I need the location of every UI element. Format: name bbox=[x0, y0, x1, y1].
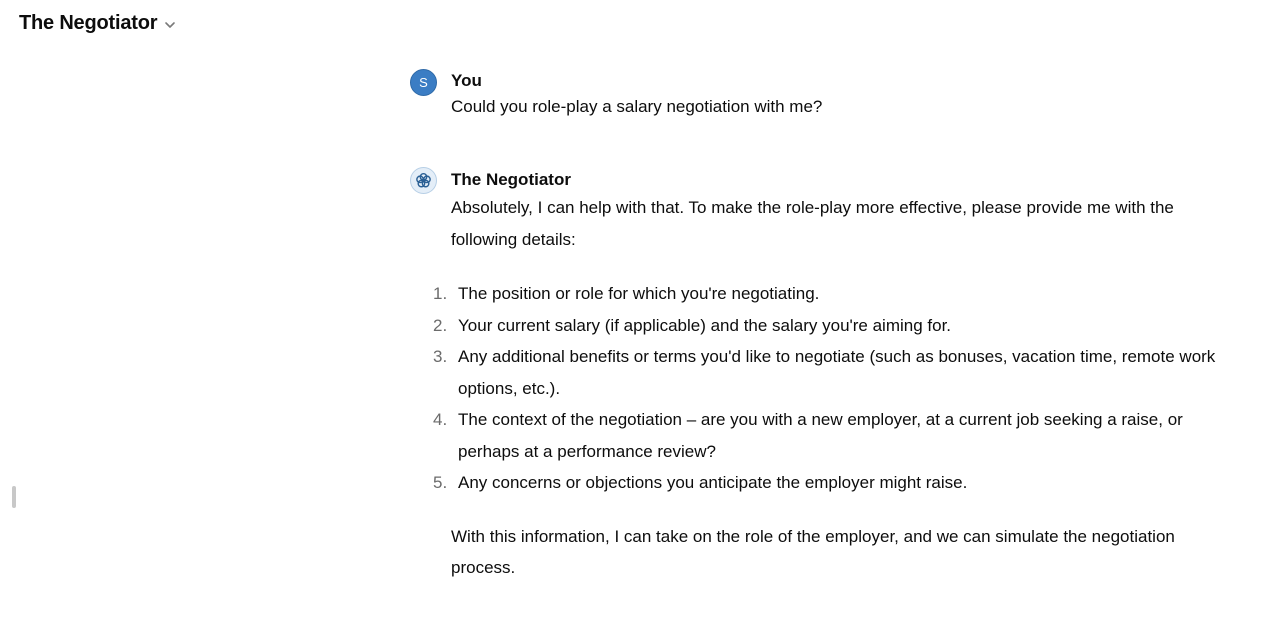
assistant-message: The Negotiator Absolutely, I can help wi… bbox=[410, 167, 1230, 584]
list-item: 2. Your current salary (if applicable) a… bbox=[433, 310, 1228, 342]
list-item: 3. Any additional benefits or terms you'… bbox=[433, 341, 1228, 404]
chat-page: The Negotiator S You Could you role-play… bbox=[0, 0, 1280, 621]
list-item-text: Your current salary (if applicable) and … bbox=[458, 315, 952, 335]
list-item: 1. The position or role for which you're… bbox=[433, 278, 1228, 310]
list-number: 5. bbox=[433, 473, 448, 492]
details-list: 1. The position or role for which you're… bbox=[433, 278, 1215, 499]
chevron-down-icon bbox=[163, 18, 177, 32]
avatar-letter: S bbox=[419, 75, 428, 90]
list-number: 4. bbox=[433, 410, 448, 429]
message-body: Absolutely, I can help with that. To mak… bbox=[433, 192, 1230, 584]
list-item: 4. The context of the negotiation – are … bbox=[433, 404, 1228, 467]
list-number: 2. bbox=[433, 315, 448, 335]
list-number: 1. bbox=[433, 284, 448, 303]
message-author: The Negotiator bbox=[451, 170, 571, 189]
model-selector[interactable]: The Negotiator bbox=[19, 12, 177, 35]
list-item: 5. Any concerns or objections you antici… bbox=[433, 467, 1228, 499]
sidebar-toggle-handle[interactable] bbox=[12, 486, 16, 508]
list-item-text: The position or role for which you're ne… bbox=[458, 284, 820, 303]
flower-logo-icon bbox=[410, 167, 437, 194]
message-text: Could you role-play a salary negotiation… bbox=[451, 97, 823, 116]
message-intro: Absolutely, I can help with that. To mak… bbox=[451, 198, 1174, 249]
list-item-text: Any concerns or objections you anticipat… bbox=[458, 473, 968, 492]
user-avatar: S bbox=[410, 69, 437, 96]
list-item-text: Any additional benefits or terms you'd l… bbox=[458, 347, 1216, 398]
message-outro: With this information, I can take on the… bbox=[451, 526, 1175, 578]
list-number: 3. bbox=[433, 347, 448, 366]
page-title: The Negotiator bbox=[19, 12, 158, 34]
message-author: You bbox=[451, 71, 482, 90]
list-item-text: The context of the negotiation – are you… bbox=[458, 410, 1183, 461]
user-message: S You Could you role-play a salary negot… bbox=[410, 69, 1230, 119]
